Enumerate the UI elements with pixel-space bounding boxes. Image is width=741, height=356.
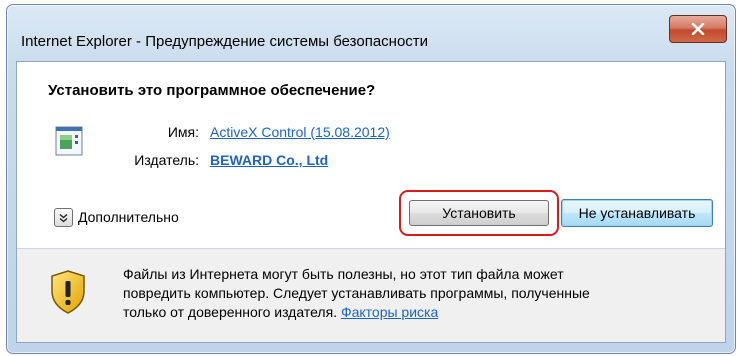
warning-panel: Файлы из Интернета могут быть полезны, н… — [17, 249, 725, 342]
name-link[interactable]: ActiveX Control (15.08.2012) — [210, 124, 390, 140]
warning-text: Файлы из Интернета могут быть полезны, н… — [123, 265, 683, 322]
security-warning-dialog: Internet Explorer - Предупреждение систе… — [6, 4, 736, 354]
close-icon — [691, 23, 705, 35]
warning-line-1: Файлы из Интернета могут быть полезны, н… — [123, 266, 564, 282]
chevron-down-icon — [59, 213, 68, 222]
warning-line-3: только от доверенного издателя. Факторы … — [123, 303, 683, 322]
name-label: Имя: — [167, 124, 199, 140]
close-button[interactable] — [669, 15, 727, 43]
dont-install-button[interactable]: Не устанавливать — [561, 199, 713, 227]
warning-line-3-text: только от доверенного издателя. — [123, 304, 338, 320]
publisher-link[interactable]: BEWARD Co., Ltd — [210, 152, 328, 168]
warning-line-2: повредить компьютер. Следует устанавлива… — [123, 285, 590, 301]
install-button[interactable]: Установить — [409, 200, 549, 226]
activex-program-icon — [55, 126, 83, 156]
dialog-body: Установить это программное обеспечение? … — [16, 61, 726, 343]
more-options-label[interactable]: Дополнительно — [78, 209, 179, 225]
install-question: Установить это программное обеспечение? — [48, 82, 376, 99]
security-shield-warning-icon — [51, 270, 85, 314]
more-options-toggle[interactable] — [54, 208, 73, 227]
window-title: Internet Explorer - Предупреждение систе… — [21, 33, 429, 50]
publisher-label: Издатель: — [134, 152, 199, 168]
risk-factors-link[interactable]: Факторы риска — [341, 304, 438, 320]
